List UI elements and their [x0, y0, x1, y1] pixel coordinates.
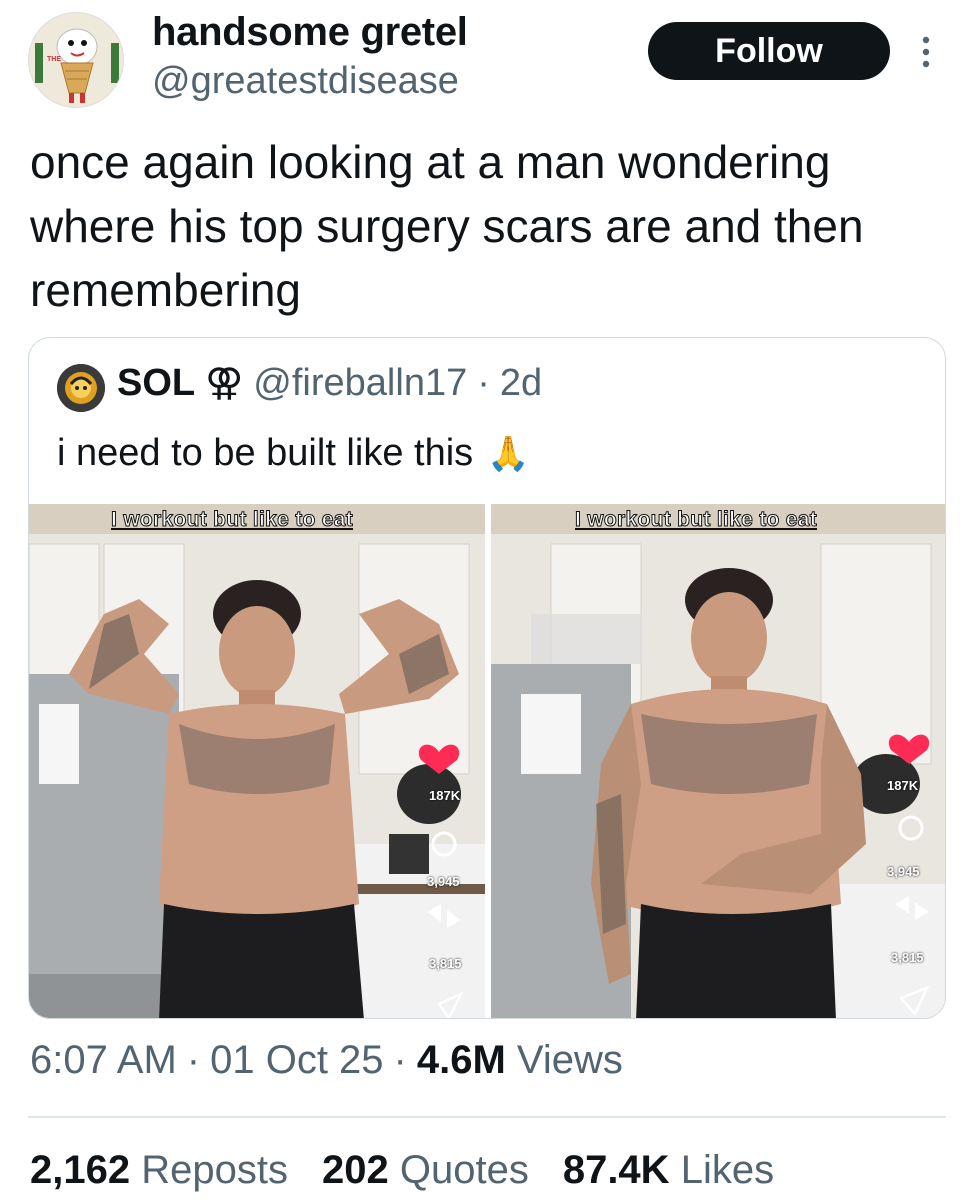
workout-photo-left — [29, 504, 485, 1018]
comments-count-overlay: 3,945 — [427, 874, 460, 889]
separator-dot: · — [393, 1038, 407, 1082]
reposts-count: 2,162 — [30, 1148, 131, 1192]
separator-dot: · — [186, 1038, 201, 1082]
likes-count: 87.4K — [562, 1148, 670, 1192]
likes-stat[interactable]: 87.4K Likes — [563, 1148, 774, 1193]
quoted-name-symbol: ⚢ — [205, 362, 244, 404]
likes-count-overlay: 187K — [429, 788, 461, 803]
views-count: 4.6M — [416, 1038, 506, 1082]
separator-dot: · — [477, 362, 490, 404]
quoted-avatar[interactable] — [57, 364, 105, 412]
quoted-handle[interactable]: @fireballn17 — [253, 362, 467, 405]
media-caption: I workout but like to eat — [574, 508, 818, 532]
media-image-right[interactable]: I workout but like to eat 187K 3,945 3,8… — [491, 504, 945, 1018]
media-caption: I workout but like to eat — [110, 508, 354, 532]
comments-count-overlay: 3,945 — [887, 864, 920, 879]
quotes-stat[interactable]: 202 Quotes — [322, 1148, 529, 1193]
fireball-avatar-icon — [57, 364, 105, 412]
views-stat[interactable]: 4.6M Views — [417, 1038, 623, 1083]
quoted-display-name[interactable]: SOL — [117, 362, 195, 405]
views-label: Views — [516, 1038, 623, 1082]
reposts-stat[interactable]: 2,162 Reposts — [30, 1148, 288, 1193]
author-display-name[interactable]: handsome gretel — [152, 10, 468, 55]
workout-photo-right — [491, 504, 945, 1018]
quoted-text: i need to be built like this 🙏 — [57, 432, 530, 475]
media-image-left[interactable]: I workout but like to eat 187K 3,945 3,8… — [29, 504, 485, 1018]
quotes-count: 202 — [321, 1148, 389, 1192]
engagement-stats: 2,162 Reposts 202 Quotes 87.4K Likes — [30, 1148, 774, 1193]
praying-hands-icon: 🙏 — [487, 434, 530, 473]
tweet-meta: 6:07 AM · 01 Oct 25 · 4.6M Views — [30, 1038, 623, 1083]
vertical-ellipsis-icon[interactable] — [914, 32, 938, 72]
quoted-tweet[interactable]: SOL ⚢ @fireballn17 · 2d i need to be buil… — [28, 337, 946, 1019]
author-handle[interactable]: @greatestdisease — [152, 60, 459, 103]
author-avatar[interactable]: THE — [28, 12, 124, 108]
tweet-time[interactable]: 6:07 AM — [30, 1038, 177, 1083]
divider — [28, 1116, 946, 1118]
tweet-date[interactable]: 01 Oct 25 — [210, 1038, 383, 1083]
quoted-meta: SOL ⚢ @fireballn17 · 2d — [117, 360, 542, 405]
tweet-header: THE handsome gretel @greatestdisease Fol… — [0, 0, 975, 120]
likes-count-overlay: 187K — [887, 778, 919, 793]
quotes-label: Quotes — [399, 1148, 529, 1192]
tweet-text: once again looking at a man wondering wh… — [30, 136, 864, 316]
follow-button[interactable]: Follow — [648, 22, 890, 80]
reposts-count-overlay: 3,815 — [429, 956, 462, 971]
svg-text:THE: THE — [47, 56, 61, 63]
likes-label: Likes — [680, 1148, 775, 1192]
quoted-text-body: i need to be built like this — [57, 432, 474, 474]
reposts-label: Reposts — [141, 1148, 288, 1192]
reposts-count-overlay: 3,815 — [891, 950, 924, 965]
cartoon-mascot-avatar-icon: THE — [29, 13, 123, 107]
quoted-timestamp[interactable]: 2d — [500, 362, 542, 405]
